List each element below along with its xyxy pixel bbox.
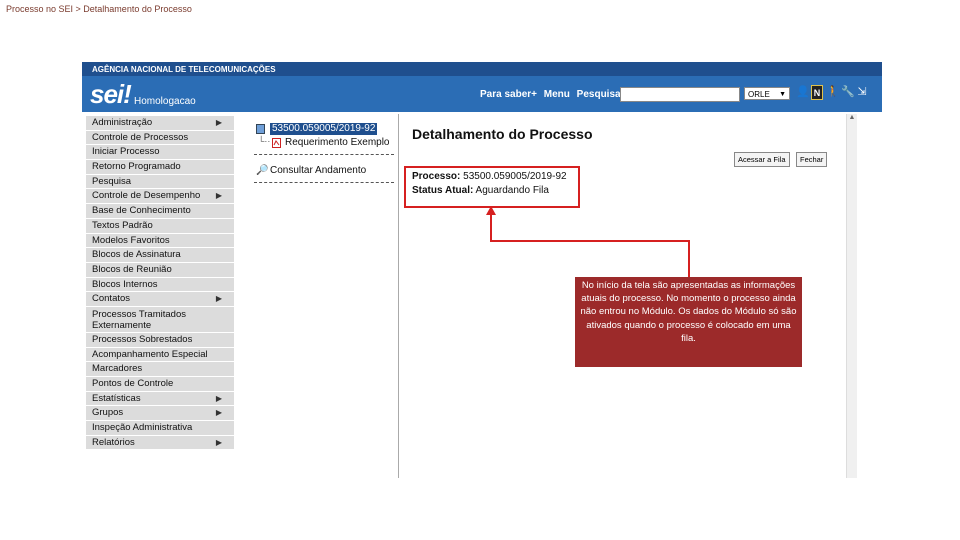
pdf-document-icon — [272, 138, 281, 148]
menu-item-label: Iniciar Processo — [92, 146, 160, 158]
unit-select-value: ORLE — [748, 90, 770, 99]
menu-item-label: Processos Tramitados Externamente — [92, 308, 186, 331]
menu-item-label: Contatos — [92, 293, 131, 305]
tree-separator — [254, 182, 394, 183]
menu-item-label: Controle de Desempenho — [92, 190, 201, 202]
chevron-right-icon: ▶ — [215, 294, 222, 304]
menu-item-marcadores[interactable]: Marcadores — [86, 362, 234, 377]
tree-connector: └·· — [258, 136, 271, 146]
arrow-line-vertical — [490, 214, 492, 242]
arrow-line-down — [688, 240, 690, 278]
menu-item-acompanhamento-especial[interactable]: Acompanhamento Especial — [86, 347, 234, 363]
menu-item-processos-sobrestados[interactable]: Processos Sobrestados — [86, 332, 234, 348]
tree-separator — [254, 150, 394, 155]
document-link[interactable]: Requerimento Exemplo — [285, 136, 390, 150]
menu-item-pontos-controle[interactable]: Pontos de Controle — [86, 377, 234, 392]
menu-item-processos-tramitados[interactable]: Processos Tramitados Externamente — [86, 306, 234, 333]
menu-item-label: Processos Sobrestados — [92, 333, 193, 345]
notification-n-icon[interactable]: N — [811, 85, 823, 100]
menu-item-controle-processos[interactable]: Controle de Processos — [86, 130, 234, 146]
chevron-down-icon: ▼ — [779, 91, 786, 98]
breadcrumb: Processo no SEI > Detalhamento do Proces… — [6, 4, 192, 14]
highlight-box — [404, 166, 580, 208]
menu-item-blocos-reuniao[interactable]: Blocos de Reunião — [86, 262, 234, 278]
top-bar: sei! Homologacao Para saber+ Menu Pesqui… — [82, 76, 882, 112]
menu-item-label: Retorno Programado — [92, 161, 181, 173]
menu-item-contatos[interactable]: Contatos ▶ — [86, 292, 234, 307]
scrollbar[interactable]: ▲ — [846, 114, 857, 478]
menu-item-label: Pontos de Controle — [92, 378, 174, 389]
tree-consult-row[interactable]: 🔎 Consultar Andamento — [254, 164, 394, 178]
menu-item-label: Blocos de Assinatura — [92, 249, 181, 261]
link-pesquisa[interactable]: Pesquisa — [577, 89, 621, 100]
tools-icon[interactable]: 🔧 — [841, 85, 855, 100]
menu-item-label: Relatórios — [92, 436, 135, 448]
menu-item-label: Administração — [92, 117, 153, 128]
menu-item-label: Blocos de Reunião — [92, 263, 172, 275]
agency-bar: AGÊNCIA NACIONAL DE TELECOMUNICAÇÕES — [82, 62, 882, 76]
menu-item-label: Modelos Favoritos — [92, 234, 170, 246]
magnifier-icon: 🔎 — [256, 165, 269, 176]
person-icon[interactable]: 🚶 — [826, 85, 840, 100]
menu-item-label: Estatísticas — [92, 392, 141, 404]
toolbar-icons: 👤 N 🚶 🔧 ⇲ — [796, 85, 868, 100]
sidebar-menu: Administração ▶ Controle de Processos Ini… — [86, 116, 234, 451]
panel-divider[interactable] — [398, 114, 399, 478]
link-para-saber-mais[interactable]: Para saber+ — [480, 89, 537, 100]
chevron-right-icon: ▶ — [215, 191, 222, 201]
sei-window: AGÊNCIA NACIONAL DE TELECOMUNICAÇÕES sei… — [82, 62, 882, 478]
user-icon[interactable]: 👤 — [796, 85, 810, 100]
menu-item-administracao[interactable]: Administração ▶ — [86, 116, 234, 131]
tree-process-row[interactable]: 53500.059005/2019-92 — [254, 122, 394, 136]
tree-document-row[interactable]: └·· Requerimento Exemplo — [254, 136, 394, 150]
menu-item-base-conhecimento[interactable]: Base de Conhecimento — [86, 204, 234, 219]
chevron-right-icon: ▶ — [215, 393, 222, 403]
search-input[interactable] — [620, 87, 740, 102]
process-number-link[interactable]: 53500.059005/2019-92 — [270, 123, 378, 135]
fechar-button[interactable]: Fechar — [796, 152, 828, 167]
menu-item-controle-desempenho[interactable]: Controle de Desempenho ▶ — [86, 189, 234, 205]
link-menu[interactable]: Menu — [544, 89, 570, 100]
menu-item-textos-padrao[interactable]: Textos Padrão — [86, 218, 234, 234]
menu-item-label: Controle de Processos — [92, 131, 189, 143]
chevron-right-icon: ▶ — [215, 118, 222, 127]
chevron-right-icon: ▶ — [215, 437, 222, 447]
menu-item-label: Inspeção Administrativa — [92, 422, 193, 434]
menu-item-label: Marcadores — [92, 363, 143, 375]
menu-item-estatisticas[interactable]: Estatísticas ▶ — [86, 391, 234, 407]
menu-item-blocos-assinatura[interactable]: Blocos de Assinatura — [86, 248, 234, 263]
menu-item-modelos-favoritos[interactable]: Modelos Favoritos — [86, 233, 234, 249]
arrow-line-horizontal — [490, 240, 690, 242]
menu-item-label: Acompanhamento Especial — [92, 348, 208, 360]
menu-item-label: Textos Padrão — [92, 219, 153, 231]
folder-icon — [256, 124, 265, 134]
menu-item-relatorios[interactable]: Relatórios ▶ — [86, 435, 234, 451]
acessar-fila-button[interactable]: Acessar a Fila — [734, 152, 790, 167]
menu-item-inspecao-administrativa[interactable]: Inspeção Administrativa — [86, 421, 234, 436]
consult-link[interactable]: Consultar Andamento — [270, 164, 366, 178]
menu-item-retorno-programado[interactable]: Retorno Programado — [86, 160, 234, 175]
main-content: Detalhamento do Processo — [412, 126, 593, 142]
menu-item-label: Blocos Internos — [92, 278, 158, 290]
process-tree: 53500.059005/2019-92 └·· Requerimento Ex… — [254, 122, 394, 183]
menu-item-label: Pesquisa — [92, 175, 132, 187]
menu-item-label: Base de Conhecimento — [92, 205, 191, 217]
menu-item-blocos-internos[interactable]: Blocos Internos — [86, 277, 234, 293]
unit-select[interactable]: ORLE ▼ — [744, 87, 790, 100]
top-links: Para saber+ Menu Pesquisa — [480, 89, 625, 100]
menu-item-pesquisa[interactable]: Pesquisa — [86, 174, 234, 190]
callout-box: No início da tela são apresentadas as in… — [575, 277, 802, 367]
chevron-right-icon: ▶ — [215, 408, 222, 418]
scroll-up-icon[interactable]: ▲ — [847, 114, 857, 121]
page-title: Detalhamento do Processo — [412, 126, 593, 142]
exit-icon[interactable]: ⇲ — [856, 85, 868, 100]
menu-item-grupos[interactable]: Grupos ▶ — [86, 406, 234, 422]
environment-label: Homologacao — [134, 96, 196, 107]
sei-logo[interactable]: sei! — [90, 79, 132, 110]
menu-item-iniciar-processo[interactable]: Iniciar Processo — [86, 145, 234, 161]
menu-item-label: Grupos — [92, 407, 124, 419]
